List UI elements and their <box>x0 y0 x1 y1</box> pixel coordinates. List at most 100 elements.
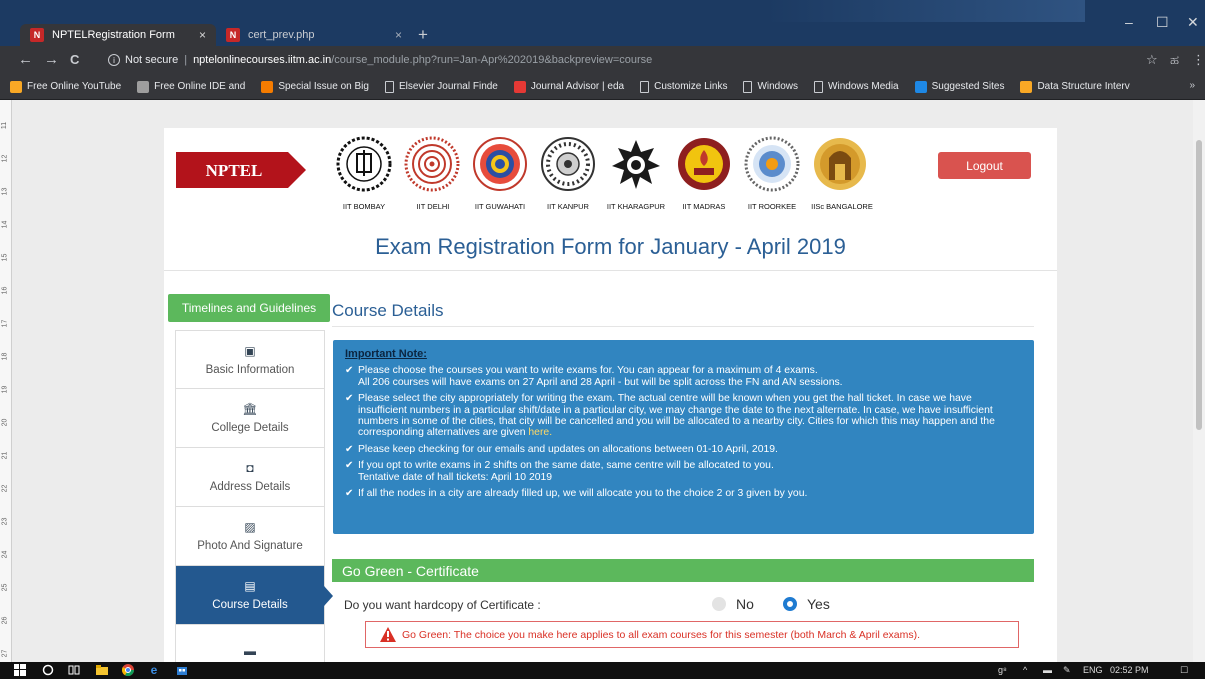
extension-icon[interactable]: ಹ <box>1170 52 1179 68</box>
bookmark-item[interactable]: Suggested Sites <box>914 80 1004 93</box>
clock[interactable]: 02:52 PM <box>1110 665 1149 675</box>
hardcopy-no-radio[interactable]: No <box>712 596 754 612</box>
file-explorer-icon[interactable] <box>96 664 108 676</box>
here-link[interactable]: here. <box>528 427 552 438</box>
store-icon[interactable] <box>176 664 188 676</box>
note-text-line2: All 206 courses will have exams on 27 Ap… <box>358 376 843 388</box>
iisc-bangalore-emblem <box>814 138 866 190</box>
ruler-label: 17 <box>1 319 9 328</box>
iit-madras-emblem <box>678 138 730 190</box>
bookmark-item[interactable]: Windows <box>743 80 798 93</box>
reload-button[interactable]: C <box>70 52 79 67</box>
ruler-label: 20 <box>1 418 9 427</box>
journal-advisor-icon <box>513 80 526 93</box>
page-scrollbar[interactable] <box>1193 100 1205 662</box>
bookmark-label: Special Issue on Big <box>278 81 369 92</box>
address-separator: | <box>184 54 188 66</box>
tab-title: cert_prev.php <box>248 29 315 41</box>
scrollbar-thumb[interactable] <box>1196 140 1202 430</box>
language-indicator[interactable]: ENG <box>1083 665 1103 675</box>
note-item: ✔ If you opt to write exams in 2 shifts … <box>345 460 1022 483</box>
iit-delhi-emblem <box>404 136 460 192</box>
section-divider <box>332 326 1034 327</box>
tab-cert-prev[interactable]: N cert_prev.php × <box>216 24 412 46</box>
ruler-label: 12 <box>1 154 9 163</box>
search-circle-icon[interactable] <box>42 664 54 676</box>
note-item: ✔ Please keep checking for our emails an… <box>345 444 1022 455</box>
institute-label: IIT MADRAS <box>682 202 726 211</box>
windows-taskbar: e g⁸ ^ ▬ ✎ ENG 02:52 PM ☐ <box>0 662 1205 679</box>
radio-unchecked-icon[interactable] <box>712 597 726 611</box>
important-note-box: Important Note: ✔ Please choose the cour… <box>333 340 1034 534</box>
bookmark-item[interactable]: Windows Media <box>814 80 899 93</box>
bookmarks-overflow-icon[interactable]: » <box>1189 80 1195 91</box>
bookmark-item[interactable]: Data Structure Interv <box>1020 80 1130 93</box>
tray-chevron-icon[interactable]: ^ <box>1023 665 1027 675</box>
checkmark-icon: ✔ <box>345 488 354 500</box>
bookmark-item[interactable]: Elsevier Journal Finde <box>384 80 498 93</box>
new-tab-button[interactable]: + <box>418 25 428 45</box>
ruler-label: 15 <box>1 253 9 262</box>
institute-label: IIT BOMBAY <box>342 202 386 211</box>
timelines-guidelines-button[interactable]: Timelines and Guidelines <box>168 294 330 322</box>
bookmark-star-icon[interactable]: ☆ <box>1146 52 1158 68</box>
security-label: Not secure <box>125 54 179 66</box>
people-icon[interactable]: g⁸ <box>998 665 1007 675</box>
logout-button[interactable]: Logout <box>938 152 1031 179</box>
close-window-button[interactable]: ✕ <box>1187 14 1199 31</box>
tab-close-icon[interactable]: × <box>199 28 206 42</box>
sidebar-item[interactable]: ▤ Course Details <box>175 566 333 625</box>
registration-card: NPTEL IIT BOMBAY IIT DELHI IIT GUWAHATI … <box>164 128 1057 662</box>
nptel-favicon-icon: N <box>30 28 44 42</box>
bookmark-label: Journal Advisor | eda <box>530 81 625 92</box>
info-icon[interactable]: i <box>108 54 120 66</box>
maximize-button[interactable]: ☐ <box>1156 14 1169 31</box>
sidebar-item[interactable]: ▨ Photo And Signature <box>175 507 325 566</box>
checkmark-icon: ✔ <box>345 443 354 455</box>
sidebar-item[interactable]: 🏛 College Details <box>175 389 325 448</box>
note-text: Please choose the courses you want to wr… <box>358 365 818 377</box>
url-host: nptelonlinecourses.iitm.ac.in <box>193 54 332 66</box>
tab-close-icon[interactable]: × <box>395 28 402 42</box>
url-path: /course_module.php?run=Jan-Apr%202019&ba… <box>331 54 653 66</box>
forward-button[interactable]: → <box>44 51 59 68</box>
bookmark-item[interactable]: Special Issue on Big <box>261 80 369 93</box>
ruler-label: 26 <box>1 616 9 625</box>
back-button[interactable]: ← <box>18 51 33 68</box>
pen-icon[interactable]: ✎ <box>1063 665 1071 676</box>
tab-registration-form[interactable]: N NPTELRegistration Form × <box>20 24 216 46</box>
ruler-label: 27 <box>1 649 9 658</box>
bookmark-item[interactable]: Free Online YouTube <box>10 80 122 93</box>
note-text-line2: Tentative date of hall tickets: April 10… <box>358 471 553 483</box>
note-text: Please select the city appropriately for… <box>358 393 995 439</box>
institute-label: IIT GUWAHATI <box>474 202 526 211</box>
windows-start-icon[interactable] <box>14 664 26 676</box>
bookmark-item[interactable]: Journal Advisor | eda <box>513 80 625 93</box>
chrome-icon[interactable] <box>122 664 134 676</box>
bookmark-item[interactable]: Free Online IDE and <box>137 80 245 93</box>
sidebar-item[interactable]: ◘ Address Details <box>175 448 325 507</box>
menu-icon[interactable]: ⋮ <box>1192 52 1205 68</box>
institute-label: IIT KHARAGPUR <box>606 202 666 211</box>
sidebar-item[interactable]: ▣ Basic Information <box>175 330 325 389</box>
sidebar-item[interactable]: ▬ <box>175 625 325 662</box>
radio-checked-icon[interactable] <box>783 597 797 611</box>
bookmark-label: Free Online YouTube <box>27 81 122 92</box>
bookmark-page-icon <box>261 80 274 93</box>
address-book-icon: ◘ <box>246 461 254 475</box>
bookmark-item[interactable]: Customize Links <box>640 80 727 93</box>
minimize-button[interactable]: – <box>1125 14 1133 30</box>
sidebar-item-label: Photo And Signature <box>197 540 303 552</box>
battery-icon[interactable]: ▬ <box>1043 665 1052 675</box>
hardcopy-yes-radio[interactable]: Yes <box>783 596 830 612</box>
photo-icon: ▨ <box>244 520 256 534</box>
checkmark-icon: ✔ <box>345 460 354 472</box>
payment-card-icon: ▬ <box>244 644 256 658</box>
edge-icon[interactable]: e <box>148 663 160 677</box>
note-item: ✔ Please select the city appropriately f… <box>345 393 1022 439</box>
institute-label: IIT DELHI <box>416 202 450 211</box>
address-bar[interactable]: i Not secure | nptelonlinecourses.iitm.a… <box>108 50 1148 70</box>
task-view-icon[interactable] <box>68 664 80 676</box>
tab-title: NPTELRegistration Form <box>52 29 175 41</box>
notifications-icon[interactable]: ☐ <box>1180 665 1188 676</box>
